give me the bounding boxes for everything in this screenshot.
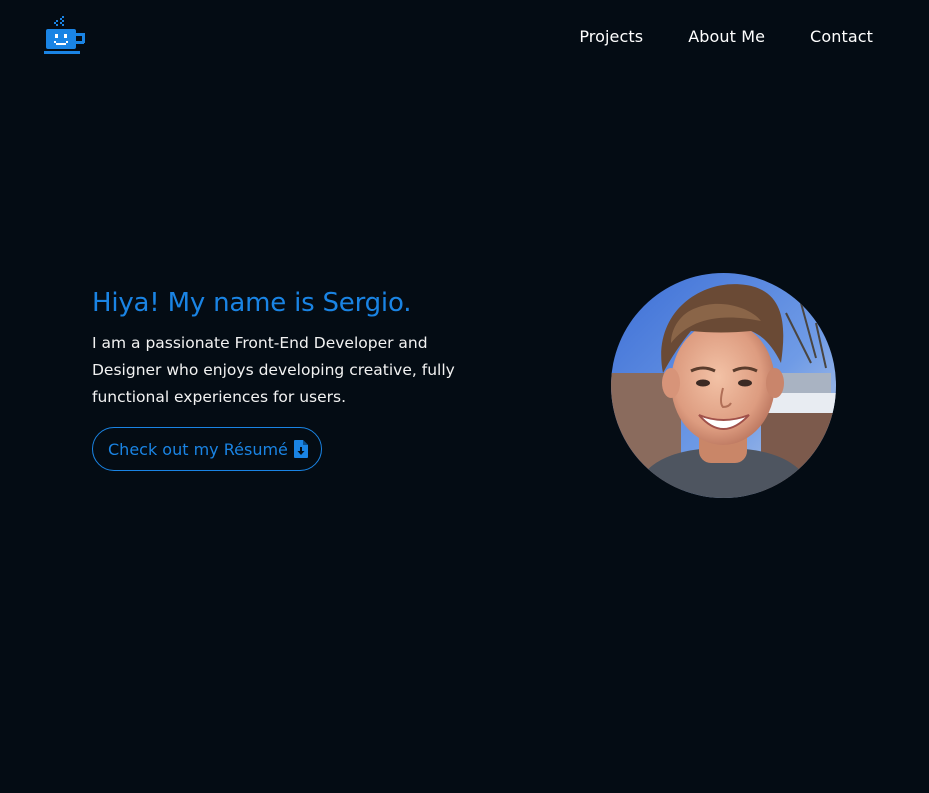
nav-link-contact[interactable]: Contact (810, 27, 873, 47)
logo-coffee-cup-icon[interactable] (44, 16, 90, 58)
coffee-cup-icon (44, 16, 85, 54)
resume-button-label: Check out my Résumé (108, 439, 288, 459)
file-download-icon (293, 440, 308, 458)
hero-description: I am a passionate Front-End Developer an… (92, 334, 455, 406)
profile-photo (611, 273, 836, 498)
hero-greeting: Hiya! My name is Sergio. (92, 288, 412, 318)
hero-section: Hiya! My name is Sergio. I am a passiona… (92, 286, 492, 471)
main-nav: Projects About Me Contact (579, 27, 873, 47)
profile-photo-illustration (611, 273, 836, 498)
resume-button[interactable]: Check out my Résumé (92, 427, 322, 471)
nav-link-projects[interactable]: Projects (579, 27, 643, 47)
nav-link-about-me[interactable]: About Me (688, 27, 765, 47)
page: Projects About Me Contact Hiya! My name … (0, 0, 929, 793)
